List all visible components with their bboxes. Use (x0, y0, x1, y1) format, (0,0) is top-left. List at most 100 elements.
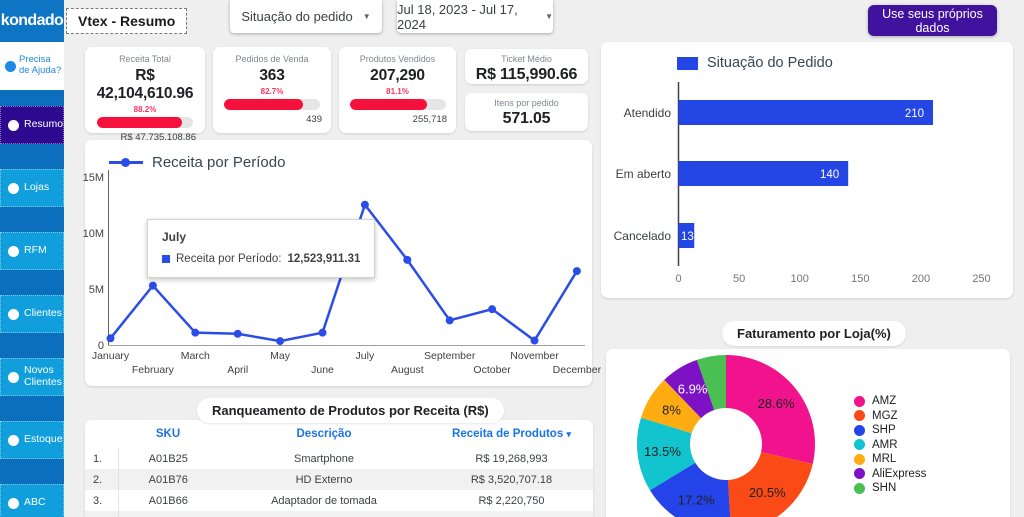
donut-legend: AMZ MGZ SHP AMR MRL AliExpress SHN (854, 395, 926, 494)
cell-receita: R$ 19,268,993 (475, 452, 548, 465)
data-point-september[interactable] (445, 316, 454, 325)
legend-item-mgz[interactable]: MGZ (854, 410, 926, 422)
legend-dot-icon (854, 410, 865, 421)
table-row[interactable]: 3. A01B66 Adaptador de tomada R$ 2,220,750 (85, 490, 593, 511)
progress-bar (97, 117, 193, 128)
table-row[interactable]: 2. A01B76 HD Externo R$ 3,520,707.18 (85, 469, 593, 490)
product-ranking-table: SKU Descrição Receita de Produtos ▾ 1. A0… (85, 420, 593, 517)
series-color-swatch (162, 255, 170, 263)
bullet-icon (8, 245, 19, 257)
cell-sku: A01B76 (148, 473, 188, 486)
order-status-bar-chart: 210 Atendido 140 Em aberto 13 Cancelado 0 50 100… (614, 82, 991, 285)
svg-text:0: 0 (675, 273, 681, 285)
svg-text:10M: 10M (83, 228, 104, 240)
legend-item-amr[interactable]: AMR (854, 439, 926, 451)
bullet-icon (8, 119, 19, 131)
data-point-october[interactable] (488, 305, 497, 314)
data-point-june[interactable] (318, 328, 327, 337)
legend-item-shp[interactable]: SHP (854, 424, 926, 436)
store-revenue-donut-chart: 28.6% 20.5% 17.2% 13.5% 8% 6.9% (637, 355, 815, 517)
donut-chart-title: Faturamento por Loja(%) (722, 321, 906, 346)
sidebar-item-resumo[interactable]: Resumo (0, 106, 64, 144)
bullet-icon (8, 497, 19, 509)
table-row[interactable]: 1. A01B25 Smartphone R$ 19,268,993 (85, 448, 593, 469)
data-point-january[interactable] (106, 334, 115, 343)
table-row[interactable]: 4.A01B18Cabo de energiaR$ 1,307,131.56 (85, 511, 593, 517)
kpi-card-ticket-medio: Ticket Médio R$ 115,990.66 (465, 49, 588, 84)
sidebar-item-clientes[interactable]: Clientes (0, 295, 64, 333)
svg-text:November: November (510, 350, 559, 362)
sidebar-item-estoque[interactable]: Estoque (0, 421, 64, 459)
svg-text:50: 50 (733, 273, 745, 285)
column-header-receita[interactable]: Receita de Produtos ▾ (430, 420, 593, 448)
cell-sku: A01B66 (148, 494, 188, 507)
kpi-percent: 88.2% (133, 105, 157, 114)
sidebar-item-lojas[interactable]: Lojas (0, 169, 64, 207)
chevron-down-icon: ▼ (545, 12, 553, 21)
data-point-april[interactable] (233, 329, 242, 338)
svg-text:April: April (227, 364, 248, 376)
date-range-dropdown[interactable]: Jul 18, 2023 - Jul 17, 2024 ▼ (397, 0, 553, 33)
cell-receita: R$ 3,520,707.18 (470, 473, 553, 486)
legend-item-mrl[interactable]: MRL (854, 453, 926, 465)
sidebar-item-novos-clientes[interactable]: Novos Clientes (0, 358, 64, 396)
sidebar: kondado Precisa de Ajuda? Resumo Lojas RFM… (0, 0, 64, 517)
svg-text:250: 250 (972, 273, 990, 285)
help-icon (5, 60, 16, 72)
svg-text:December: December (553, 364, 602, 376)
kpi-value: R$ 42,104,610.96 (96, 67, 194, 102)
legend-item-aliexpress[interactable]: AliExpress (854, 468, 926, 480)
progress-bar (349, 99, 446, 110)
svg-text:October: October (473, 364, 511, 376)
svg-text:August: August (391, 364, 424, 376)
svg-text:17.2%: 17.2% (678, 493, 715, 508)
data-point-august[interactable] (403, 255, 412, 264)
tooltip-value: 12,523,911.31 (287, 253, 361, 265)
svg-text:May: May (270, 350, 291, 362)
tooltip-series-label: Receita por Período: (176, 253, 282, 265)
kpi-card-produtos-vendidos: Produtos Vendidos 207,290 81.1% 255,718 (339, 47, 456, 133)
svg-text:March: March (181, 350, 210, 362)
sidebar-item-rfm[interactable]: RFM (0, 232, 64, 270)
page-title: Vtex - Resumo (66, 8, 188, 34)
svg-text:20.5%: 20.5% (749, 485, 786, 500)
svg-text:January: January (92, 350, 130, 362)
svg-text:5M: 5M (89, 284, 104, 296)
cell-descricao: Smartphone (294, 452, 354, 465)
legend-item-shn[interactable]: SHN (854, 482, 926, 494)
svg-text:28.6%: 28.6% (758, 396, 795, 411)
legend-dot-icon (854, 453, 865, 465)
product-ranking-table-card: SKU Descrição Receita de Produtos ▾ 1. A0… (85, 420, 593, 517)
cell-receita: R$ 2,220,750 (478, 494, 545, 507)
status-filter-dropdown[interactable]: Situação do pedido ▼ (230, 0, 382, 33)
data-point-december[interactable] (572, 267, 581, 276)
data-point-november[interactable] (530, 336, 539, 345)
column-header-sku[interactable]: SKU (118, 420, 218, 448)
column-header-descricao[interactable]: Descrição (218, 420, 430, 448)
sidebar-nav: Resumo Lojas RFM Clientes Novos Clientes Esto… (0, 106, 64, 517)
data-point-may[interactable] (276, 337, 285, 346)
bar-atendido[interactable] (678, 100, 934, 125)
chart-tooltip: July Receita por Período: 12,523,911.31 (147, 219, 376, 278)
legend-dot-icon (854, 482, 865, 494)
svg-text:210: 210 (905, 108, 924, 120)
own-data-button[interactable]: Use seus próprios dados (868, 5, 997, 36)
help-link[interactable]: Precisa de Ajuda? (0, 42, 64, 90)
legend-item-amz[interactable]: AMZ (854, 395, 926, 407)
data-point-march[interactable] (191, 328, 200, 337)
cell-descricao: Adaptador de tomada (271, 494, 377, 507)
sidebar-item-abc[interactable]: ABC (0, 484, 64, 517)
data-point-february[interactable] (148, 281, 157, 290)
kpi-value: 363 (259, 67, 285, 84)
cell-sku: A01B25 (148, 452, 188, 465)
kpi-target: 439 (306, 114, 322, 125)
order-status-bar-chart-card: Situação do Pedido 210 Atendido 140 Em aber… (601, 42, 1013, 298)
kpi-card-pedidos-de-venda: Pedidos de Venda 363 82.7% 439 (213, 47, 331, 133)
bullet-icon (8, 434, 19, 446)
data-point-july[interactable] (360, 200, 369, 209)
svg-text:200: 200 (912, 273, 930, 285)
svg-text:September: September (424, 350, 476, 362)
cell-descricao: HD Externo (295, 473, 353, 486)
svg-text:June: June (311, 364, 334, 376)
svg-text:8%: 8% (662, 402, 681, 417)
